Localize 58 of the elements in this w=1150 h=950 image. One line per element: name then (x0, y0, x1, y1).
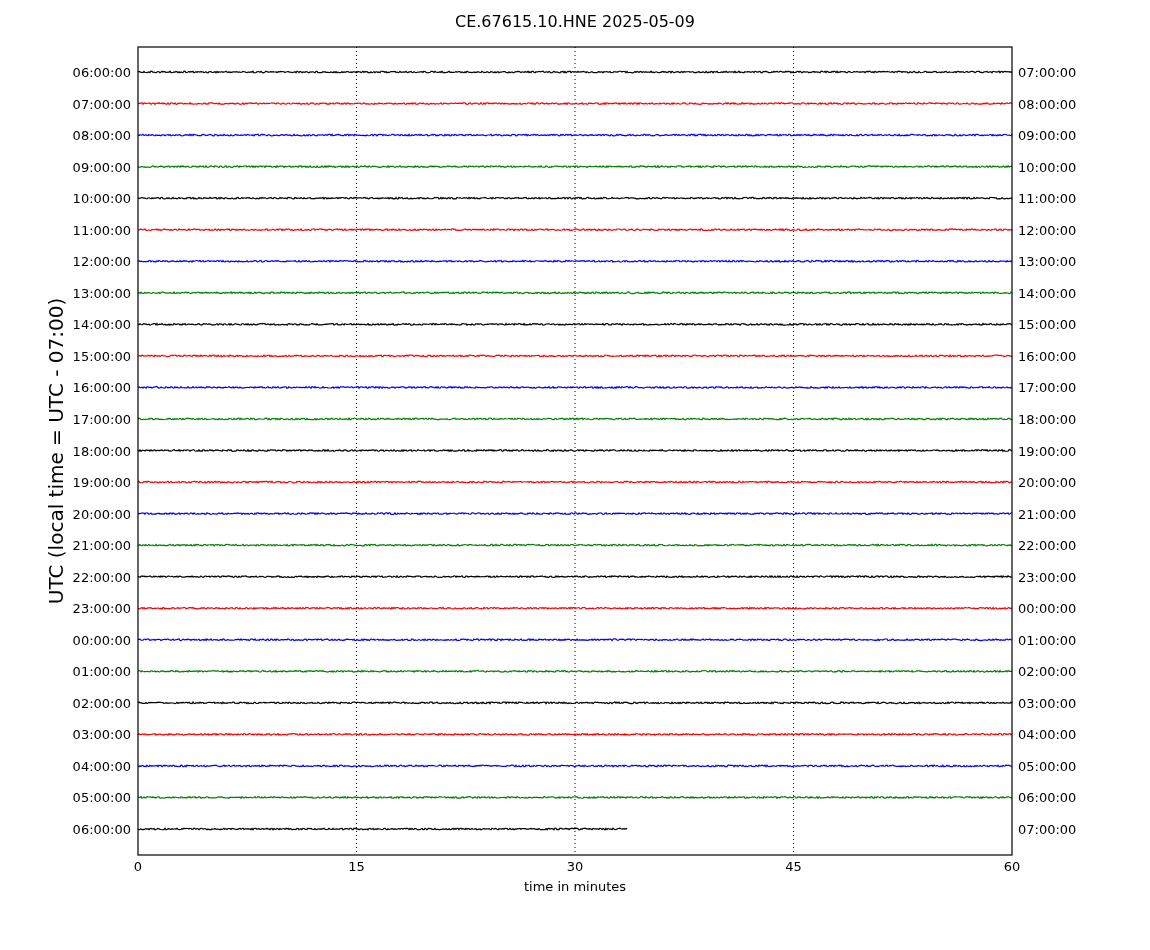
hour-label: 02:00:00 (72, 695, 131, 711)
hour-label: 23:00:00 (72, 601, 131, 617)
hour-label: 15:00:00 (72, 348, 131, 364)
x-tick-label: 60 (1003, 859, 1021, 874)
hour-label: 21:00:00 (72, 538, 131, 554)
hour-label: 07:00:00 (1018, 65, 1077, 80)
hour-label: 10:00:00 (72, 191, 131, 207)
plot-title: CE.67615.10.HNE 2025-05-09 (455, 12, 695, 31)
hour-label: 11:00:00 (72, 222, 131, 238)
hour-label: 11:00:00 (1018, 191, 1077, 207)
hour-label: 22:00:00 (1018, 538, 1077, 554)
hour-label: 09:00:00 (1018, 128, 1077, 144)
hour-label: 03:00:00 (72, 727, 131, 743)
hour-label: 08:00:00 (1018, 96, 1077, 112)
hour-label: 03:00:00 (1018, 695, 1077, 711)
hour-label: 04:00:00 (72, 758, 131, 774)
hour-label: 01:00:00 (1018, 632, 1077, 648)
x-tick-label: 15 (348, 859, 365, 874)
hour-label: 17:00:00 (1018, 380, 1077, 396)
hour-label: 08:00:00 (72, 128, 131, 144)
hour-label: 19:00:00 (1018, 443, 1077, 459)
x-tick-label: 45 (785, 859, 802, 874)
hour-label: 19:00:00 (72, 475, 131, 491)
hour-label: 14:00:00 (72, 317, 131, 333)
hour-label: 01:00:00 (72, 664, 131, 680)
hour-label: 07:00:00 (72, 96, 131, 112)
hour-label: 16:00:00 (72, 380, 131, 396)
hour-label: 13:00:00 (72, 285, 131, 301)
hour-label: 18:00:00 (72, 443, 131, 459)
hour-label: 02:00:00 (1018, 664, 1077, 680)
hour-label: 14:00:00 (1018, 285, 1077, 301)
hour-label: 23:00:00 (1018, 569, 1077, 585)
hour-label: 17:00:00 (72, 411, 131, 427)
hour-label: 07:00:00 (1018, 822, 1077, 837)
hour-label: 06:00:00 (72, 822, 131, 837)
hour-label: 05:00:00 (72, 790, 131, 806)
x-tick-label: 0 (133, 859, 143, 874)
hour-label: 22:00:00 (72, 569, 131, 585)
hour-label: 06:00:00 (1018, 790, 1077, 806)
hour-label: 00:00:00 (72, 632, 131, 648)
hour-label: 15:00:00 (1018, 317, 1077, 333)
hour-label: 20:00:00 (72, 506, 131, 522)
hour-label: 20:00:00 (1018, 475, 1077, 491)
hour-label: 04:00:00 (1018, 727, 1077, 743)
hour-label: 06:00:00 (72, 65, 131, 80)
x-axis-label: time in minutes (523, 879, 627, 894)
hour-label: 12:00:00 (72, 254, 131, 270)
hour-label: 05:00:00 (1018, 758, 1077, 774)
hour-label: 10:00:00 (1018, 159, 1077, 175)
hour-label: 09:00:00 (72, 159, 131, 175)
hour-label: 18:00:00 (1018, 411, 1077, 427)
hour-label: 00:00:00 (1018, 601, 1077, 617)
hour-label: 13:00:00 (1018, 254, 1077, 270)
hour-label: 21:00:00 (1018, 506, 1077, 522)
x-tick-label: 30 (566, 859, 584, 874)
y-axis-label: UTC (local time = UTC - 07:00) (44, 297, 68, 605)
hour-label: 12:00:00 (1018, 222, 1077, 238)
hour-label: 16:00:00 (1018, 348, 1077, 364)
